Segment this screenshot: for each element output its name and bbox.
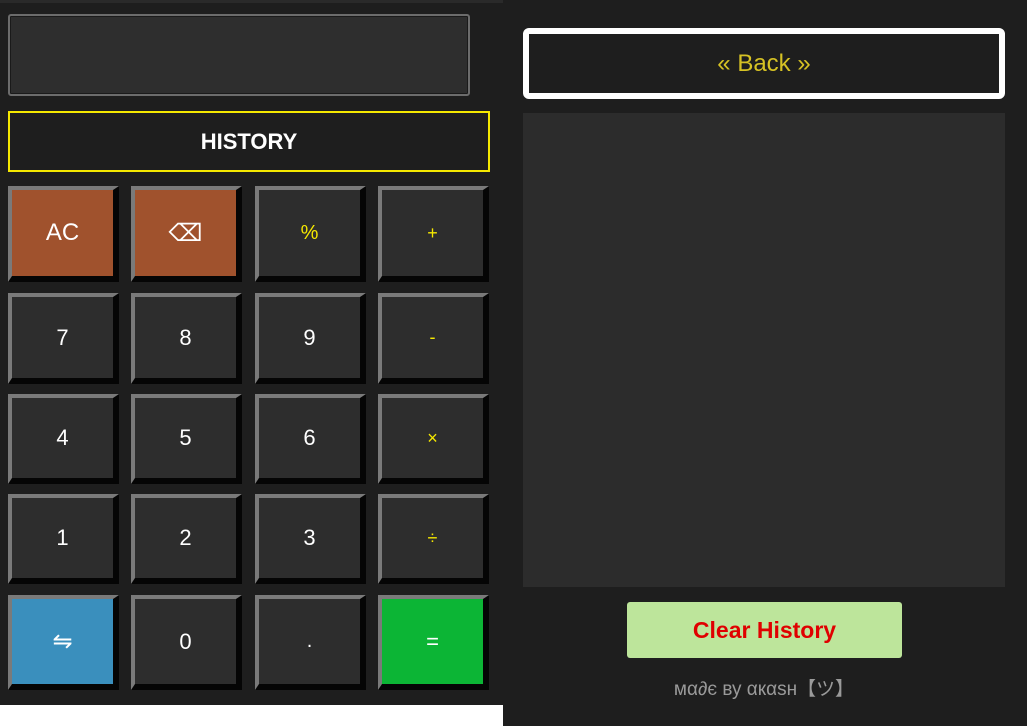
divide-button[interactable]: ÷ xyxy=(378,494,489,584)
digit-2-button[interactable]: 2 xyxy=(131,494,242,584)
decimal-point-button[interactable]: . xyxy=(255,595,366,690)
all-clear-button[interactable]: AC xyxy=(8,186,119,282)
history-list[interactable] xyxy=(523,113,1005,587)
digit-0-button[interactable]: 0 xyxy=(131,595,242,690)
digit-4-button[interactable]: 4 xyxy=(8,394,119,484)
percent-button[interactable]: % xyxy=(255,186,366,282)
backspace-button[interactable]: ⌫ xyxy=(131,186,242,282)
digit-6-button[interactable]: 6 xyxy=(255,394,366,484)
back-button[interactable]: « Back » xyxy=(523,28,1005,99)
digit-8-button[interactable]: 8 xyxy=(131,293,242,384)
calculator-display[interactable] xyxy=(8,14,470,96)
clear-history-button[interactable]: Clear History xyxy=(627,602,902,658)
swap-button[interactable]: ⇋ xyxy=(8,595,119,690)
digit-3-button[interactable]: 3 xyxy=(255,494,366,584)
digit-7-button[interactable]: 7 xyxy=(8,293,119,384)
digit-9-button[interactable]: 9 xyxy=(255,293,366,384)
calculator-top-edge xyxy=(0,0,503,3)
equals-button[interactable]: = xyxy=(378,595,489,690)
digit-1-button[interactable]: 1 xyxy=(8,494,119,584)
history-button[interactable]: HISTORY xyxy=(8,111,490,172)
subtract-button[interactable]: - xyxy=(378,293,489,384)
add-button[interactable]: + xyxy=(378,186,489,282)
credit-text: мα∂є ву αкαѕн【ツ】 xyxy=(673,679,855,700)
digit-5-button[interactable]: 5 xyxy=(131,394,242,484)
multiply-button[interactable]: × xyxy=(378,394,489,484)
